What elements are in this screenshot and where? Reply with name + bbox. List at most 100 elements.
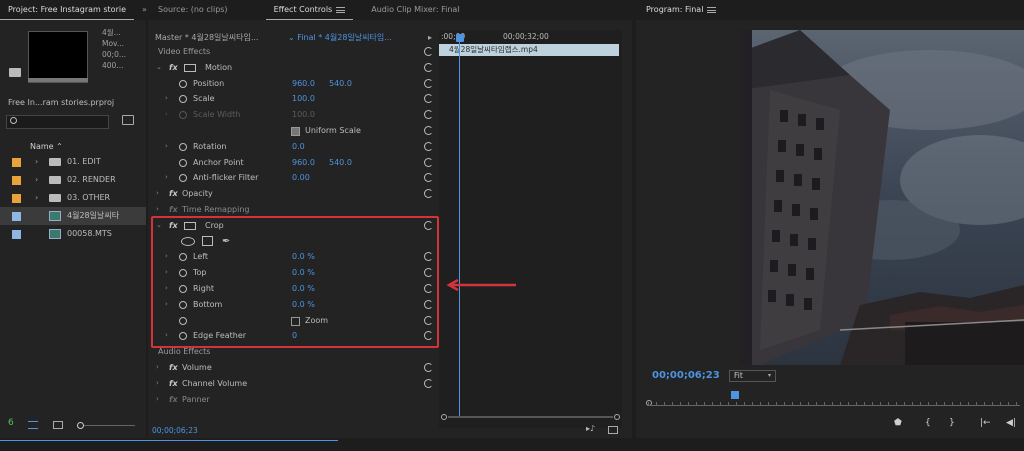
list-item[interactable]: › 02. RENDER xyxy=(0,171,146,189)
chevron-right-icon[interactable]: › xyxy=(165,139,168,155)
play-audio-icon[interactable]: ▸♪ xyxy=(586,424,596,433)
play-icon[interactable]: ▸ xyxy=(428,31,432,45)
effect-channel-volume[interactable]: › fx Channel Volume xyxy=(148,376,438,392)
zoom-level-dropdown[interactable]: Fit ▾ xyxy=(729,370,776,382)
list-item[interactable]: 00058.MTS xyxy=(0,225,146,243)
list-item[interactable]: › 03. OTHER xyxy=(0,189,146,207)
param-anti-flicker[interactable]: › Anti-flicker Filter 0.00 xyxy=(148,170,438,186)
param-value-y[interactable]: 540.0 xyxy=(329,155,352,171)
param-value-x[interactable]: 960.0 xyxy=(292,76,315,92)
effect-volume[interactable]: › fx Volume xyxy=(148,360,438,376)
camera-icon[interactable] xyxy=(9,68,21,77)
chevron-right-icon[interactable]: › xyxy=(156,376,159,392)
tab-project[interactable]: Project: Free Instagram storie xyxy=(0,0,135,20)
chevron-right-icon[interactable]: › xyxy=(165,170,168,186)
reset-icon[interactable] xyxy=(424,157,433,167)
panel-menu-icon[interactable] xyxy=(707,6,717,13)
scroll-zoom-right-handle[interactable] xyxy=(614,414,620,420)
chevron-right-icon[interactable]: › xyxy=(165,91,168,107)
timeline-clip[interactable]: 4월28일날씨타임랩스.mp4 xyxy=(439,44,619,56)
program-timecode[interactable]: 00;00;06;23 xyxy=(652,370,720,381)
reset-icon[interactable] xyxy=(424,47,433,56)
playhead-handle[interactable] xyxy=(456,34,464,42)
uniform-scale-checkbox[interactable] xyxy=(291,126,300,136)
reset-icon[interactable] xyxy=(424,362,433,372)
label-color-swatch[interactable] xyxy=(12,158,21,167)
param-value-x[interactable]: 960.0 xyxy=(292,155,315,171)
tab-program[interactable]: Program: Final xyxy=(638,0,724,20)
list-view-icon[interactable] xyxy=(28,421,38,429)
stopwatch-icon[interactable] xyxy=(179,142,187,151)
param-scale[interactable]: › Scale 100.0 xyxy=(148,91,438,107)
list-item[interactable]: › 01. EDIT xyxy=(0,153,146,171)
video-frame[interactable] xyxy=(740,30,1024,365)
param-value[interactable]: 0.0 xyxy=(292,139,305,155)
param-position[interactable]: Position 960.0 540.0 xyxy=(148,76,438,92)
panel-menu-icon[interactable] xyxy=(336,6,346,13)
thumbnail-scrubber[interactable] xyxy=(28,78,88,82)
mark-in-icon[interactable]: { xyxy=(925,418,931,428)
param-anchor-point[interactable]: Anchor Point 960.0 540.0 xyxy=(148,155,438,171)
icon-view-icon[interactable] xyxy=(53,421,63,429)
effect-motion[interactable]: ⌄ fx Motion xyxy=(148,60,438,76)
label-color-swatch[interactable] xyxy=(12,212,21,221)
effect-panner[interactable]: › fx Panner xyxy=(148,392,438,408)
reset-icon[interactable] xyxy=(424,189,433,199)
label-color-swatch[interactable] xyxy=(12,176,21,185)
param-value[interactable]: 0.00 xyxy=(292,170,310,186)
param-uniform-scale[interactable]: Uniform Scale xyxy=(148,123,438,139)
fx-icon[interactable]: fx xyxy=(169,186,178,202)
scroll-zoom-left-handle[interactable] xyxy=(441,414,447,420)
sequence-clip-dropdown[interactable]: ⌄ Final * 4월28일날씨타임... xyxy=(288,31,392,45)
program-playhead[interactable] xyxy=(731,391,739,399)
step-back-icon[interactable]: ◀| xyxy=(1006,418,1016,428)
reset-icon[interactable] xyxy=(424,173,433,183)
mark-out-icon[interactable]: } xyxy=(949,418,955,428)
chevron-right-icon[interactable]: › xyxy=(35,189,38,207)
stopwatch-icon[interactable] xyxy=(179,158,187,167)
effect-controls-timeline[interactable]: :00;00 00;00;32;00 4월28일날씨타임랩스.mp4 xyxy=(439,30,622,428)
chevron-right-icon[interactable]: › xyxy=(156,360,159,376)
stopwatch-icon[interactable] xyxy=(179,174,187,183)
effect-controls-timecode[interactable]: 00;00;06;23 xyxy=(152,426,198,435)
reset-icon[interactable] xyxy=(424,141,433,151)
search-input[interactable] xyxy=(6,115,109,129)
transform-icon[interactable] xyxy=(184,63,196,72)
chevron-right-icon[interactable]: › xyxy=(35,171,38,189)
chevron-right-icon[interactable]: › xyxy=(156,186,159,202)
zoom-slider-track[interactable] xyxy=(80,425,135,426)
new-bin-icon[interactable] xyxy=(122,115,134,125)
export-icon[interactable] xyxy=(608,426,618,434)
reset-icon[interactable] xyxy=(424,378,433,388)
scroll-bar[interactable] xyxy=(448,416,613,418)
chevron-down-icon[interactable]: ⌄ xyxy=(156,60,162,76)
stopwatch-icon[interactable] xyxy=(179,95,187,104)
reset-icon[interactable] xyxy=(424,110,433,120)
param-value[interactable]: 100.0 xyxy=(292,91,315,107)
go-to-in-icon[interactable]: |← xyxy=(980,418,991,428)
chevron-right-icon[interactable]: › xyxy=(156,392,159,408)
playhead-line[interactable] xyxy=(459,36,460,416)
reset-icon[interactable] xyxy=(424,125,433,135)
param-value-y[interactable]: 540.0 xyxy=(329,76,352,92)
fx-icon[interactable]: fx xyxy=(169,60,178,76)
param-rotation[interactable]: › Rotation 0.0 xyxy=(148,139,438,155)
label-color-swatch[interactable] xyxy=(12,194,21,203)
reset-icon[interactable] xyxy=(424,78,433,88)
fx-icon[interactable]: fx xyxy=(169,392,178,408)
zoom-slider-handle[interactable] xyxy=(77,422,84,429)
effect-opacity[interactable]: › fx Opacity xyxy=(148,186,438,202)
list-item[interactable]: 4월28일날씨타 xyxy=(0,207,146,225)
reset-icon[interactable] xyxy=(424,94,433,104)
reset-icon[interactable] xyxy=(424,62,433,72)
master-clip-label[interactable]: Master * 4월28일날씨타임... xyxy=(155,31,258,45)
fx-icon[interactable]: fx xyxy=(169,376,178,392)
chevron-right-icon[interactable]: › xyxy=(35,153,38,171)
lock-icon[interactable]: 6 xyxy=(8,418,18,428)
label-color-swatch[interactable] xyxy=(12,230,21,239)
tab-effect-controls[interactable]: Effect Controls xyxy=(265,0,354,20)
timeline-scrollbar[interactable] xyxy=(439,414,622,420)
marker-icon[interactable]: ⬟ xyxy=(894,418,902,428)
program-time-ruler[interactable] xyxy=(648,398,1020,406)
tab-source[interactable]: Source: (no clips) xyxy=(150,0,236,20)
